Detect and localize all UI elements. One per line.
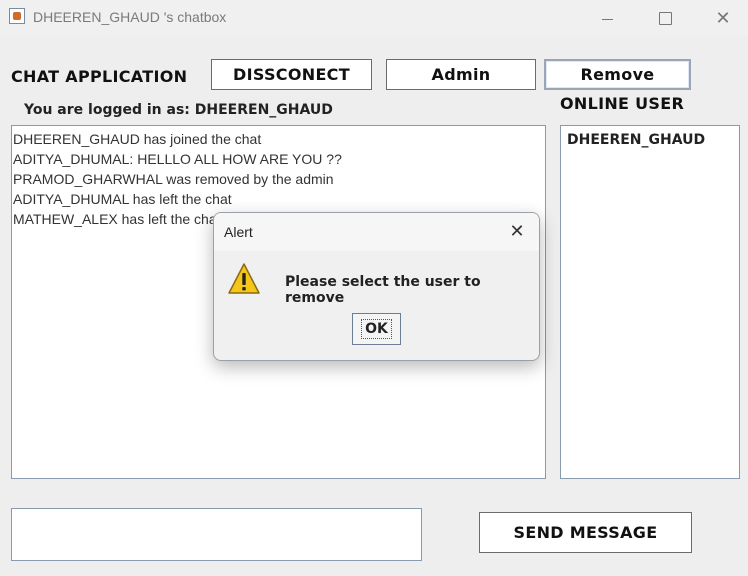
ok-button-label: OK bbox=[361, 319, 392, 339]
logged-in-label: You are logged in as: DHEEREN_GHAUD bbox=[24, 102, 333, 118]
dialog-close-icon[interactable]: ✕ bbox=[507, 220, 527, 242]
dialog-title-bar bbox=[214, 213, 539, 251]
minimize-icon[interactable] bbox=[582, 0, 632, 36]
message-input[interactable] bbox=[11, 508, 422, 561]
alert-dialog: Alert ✕ Please select the user to remove… bbox=[213, 212, 540, 361]
ok-button[interactable]: OK bbox=[352, 313, 401, 345]
online-user-list[interactable]: DHEEREN_GHAUD bbox=[560, 125, 740, 479]
admin-button[interactable]: Admin bbox=[386, 59, 536, 90]
online-user-heading: ONLINE USER bbox=[560, 94, 685, 113]
chat-message: ADITYA_DHUMAL has left the chat bbox=[13, 191, 232, 207]
warning-icon bbox=[228, 263, 260, 294]
window-title: DHEEREN_GHAUD 's chatbox bbox=[33, 9, 227, 25]
dialog-title: Alert bbox=[224, 224, 253, 240]
chat-message: PRAMOD_GHARWHAL was removed by the admin bbox=[13, 171, 334, 187]
remove-button[interactable]: Remove bbox=[544, 59, 691, 90]
dialog-message: Please select the user to remove bbox=[285, 274, 481, 306]
java-app-icon bbox=[9, 8, 25, 24]
maximize-icon[interactable] bbox=[640, 0, 690, 36]
close-icon[interactable]: ✕ bbox=[698, 0, 748, 36]
chat-message: ADITYA_DHUMAL: HELLLO ALL HOW ARE YOU ?? bbox=[13, 151, 342, 167]
online-user-item[interactable]: DHEEREN_GHAUD bbox=[567, 130, 733, 150]
title-bar: DHEEREN_GHAUD 's chatbox ✕ bbox=[0, 0, 748, 36]
disconnect-button[interactable]: DISSCONECT bbox=[211, 59, 372, 90]
send-message-button[interactable]: SEND MESSAGE bbox=[479, 512, 692, 553]
app-heading: CHAT APPLICATION bbox=[11, 67, 188, 86]
chat-message: DHEEREN_GHAUD has joined the chat bbox=[13, 131, 262, 147]
